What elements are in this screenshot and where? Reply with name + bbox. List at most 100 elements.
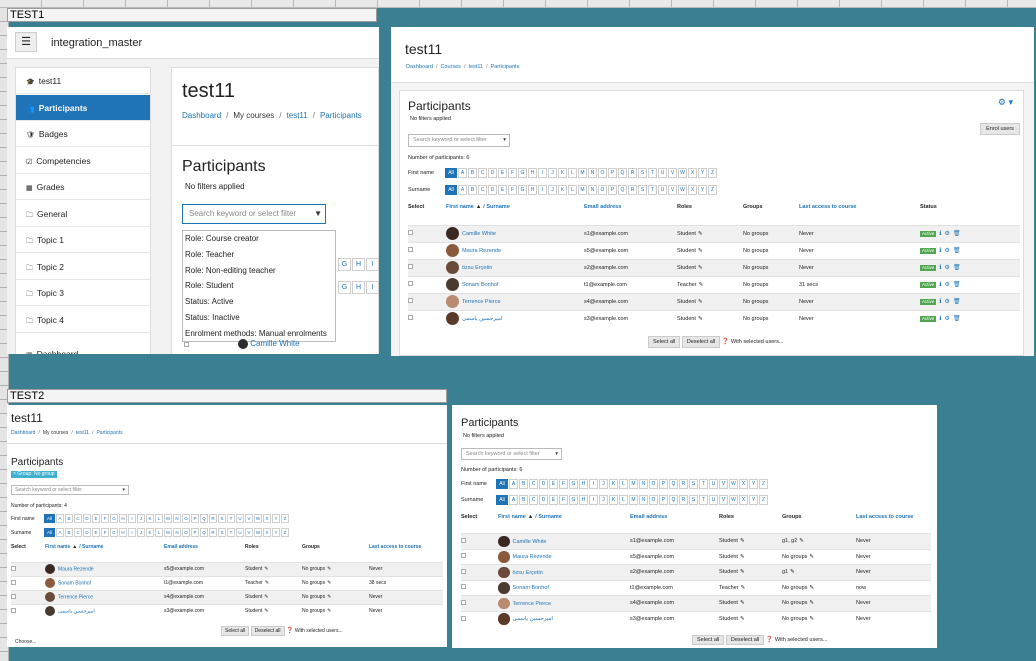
alphabet-letter[interactable]: T: [648, 168, 657, 178]
pencil-icon[interactable]: ✎: [327, 580, 331, 586]
alphabet-letter[interactable]: X: [739, 479, 748, 489]
pencil-icon[interactable]: ✎: [799, 538, 804, 544]
alphabet-letter[interactable]: W: [254, 514, 262, 523]
alphabet-letter[interactable]: K: [558, 185, 567, 195]
sort-firstname-link[interactable]: First name: [498, 514, 526, 520]
alphabet-letter[interactable]: K: [558, 168, 567, 178]
alphabet-letter[interactable]: H: [119, 514, 127, 523]
pencil-icon[interactable]: ✎: [809, 585, 814, 591]
alphabet-letter[interactable]: Y: [272, 514, 280, 523]
alphabet-letter[interactable]: Z: [708, 185, 717, 195]
breadcrumb-item-participants[interactable]: Participants: [96, 430, 122, 436]
alphabet-letter[interactable]: V: [245, 514, 253, 523]
alphabet-letter[interactable]: L: [619, 495, 628, 505]
alphabet-letter[interactable]: B: [468, 168, 477, 178]
alphabet-letter[interactable]: M: [164, 514, 172, 523]
trash-icon[interactable]: 🗑: [953, 316, 961, 322]
header-label[interactable]: Last access to course: [856, 514, 913, 520]
user-link[interactable]: Terrence Pierce: [462, 299, 501, 305]
trash-icon[interactable]: 🗑: [953, 265, 961, 271]
alphabet-letter[interactable]: L: [155, 514, 163, 523]
row-checkbox[interactable]: [461, 553, 466, 559]
breadcrumb-item-test11[interactable]: test11: [287, 111, 308, 120]
sort-surname-link[interactable]: / Surname: [79, 544, 103, 550]
alphabet-letter[interactable]: Y: [272, 528, 280, 537]
alphabet-letter[interactable]: M: [578, 185, 587, 195]
row-checkbox[interactable]: [408, 281, 413, 286]
alphabet-letter[interactable]: S: [689, 479, 698, 489]
nav-item-grades[interactable]: ▦ Grades: [16, 174, 150, 200]
alphabet-letter[interactable]: U: [709, 495, 718, 505]
alphabet-letter[interactable]: G: [110, 528, 118, 537]
alphabet-letter[interactable]: N: [639, 495, 648, 505]
alphabet-letter[interactable]: O: [598, 185, 607, 195]
alphabet-letter[interactable]: H: [352, 281, 365, 294]
user-link[interactable]: امیرحسین یاسمی: [513, 616, 553, 622]
alphabet-letter[interactable]: X: [263, 528, 271, 537]
alphabet-letter[interactable]: W: [254, 528, 262, 537]
alphabet-letter[interactable]: N: [173, 528, 181, 537]
alphabet-letter[interactable]: I: [128, 528, 136, 537]
alphabet-letter[interactable]: S: [638, 168, 647, 178]
row-checkbox[interactable]: [11, 593, 16, 599]
alphabet-letter[interactable]: E: [92, 514, 100, 523]
alphabet-letter[interactable]: E: [549, 479, 558, 489]
alphabet-letter[interactable]: V: [668, 168, 677, 178]
breadcrumb-item-test11[interactable]: test11: [76, 430, 89, 436]
alphabet-letter[interactable]: V: [245, 528, 253, 537]
nav-item-badges[interactable]: 🛡 Badges: [16, 121, 150, 147]
choose-select[interactable]: Choose...: [15, 639, 36, 645]
alphabet-letter[interactable]: D: [539, 495, 548, 505]
alphabet-letter[interactable]: N: [588, 185, 597, 195]
alphabet-letter[interactable]: D: [83, 528, 91, 537]
alphabet-letter[interactable]: T: [227, 514, 235, 523]
help-icon[interactable]: ❓: [766, 637, 773, 643]
alphabet-letter[interactable]: W: [678, 185, 687, 195]
row-checkbox[interactable]: [408, 298, 413, 303]
alphabet-letter[interactable]: M: [629, 479, 638, 489]
alphabet-letter[interactable]: Y: [749, 495, 758, 505]
search-filter-select[interactable]: Search keyword or select filter ▾: [11, 485, 129, 495]
help-icon[interactable]: ❓: [722, 339, 729, 345]
pencil-icon[interactable]: ✎: [699, 282, 704, 288]
alphabet-letter[interactable]: I: [538, 168, 547, 178]
pencil-icon[interactable]: ✎: [327, 566, 331, 572]
group-filter-badge[interactable]: × Group: No group: [11, 471, 57, 478]
alphabet-letter[interactable]: I: [128, 514, 136, 523]
alphabet-letter[interactable]: E: [549, 495, 558, 505]
select-all-button[interactable]: Select all: [648, 336, 681, 348]
nav-item-test11[interactable]: 🎓 test11: [16, 68, 150, 94]
breadcrumb-item-participants[interactable]: Participants: [491, 64, 520, 70]
alphabet-letter[interactable]: Z: [708, 168, 717, 178]
gear-icon[interactable]: ⚙: [945, 231, 950, 237]
alphabet-letter[interactable]: I: [538, 185, 547, 195]
deselect-all-button[interactable]: Deselect all: [725, 635, 765, 645]
gear-icon[interactable]: ⚙: [945, 265, 950, 271]
info-icon[interactable]: ℹ: [939, 248, 941, 254]
alphabet-letter[interactable]: C: [478, 185, 487, 195]
alphabet-letter[interactable]: O: [649, 495, 658, 505]
help-icon[interactable]: ❓: [286, 628, 293, 634]
alphabet-letter[interactable]: M: [164, 528, 172, 537]
alphabet-letter[interactable]: H: [528, 168, 537, 178]
alphabet-letter[interactable]: J: [548, 185, 557, 195]
alphabet-letter[interactable]: S: [689, 495, 698, 505]
row-checkbox[interactable]: [461, 599, 466, 605]
alphabet-letter[interactable]: M: [629, 495, 638, 505]
gear-icon[interactable]: ⚙: [945, 248, 950, 254]
user-link[interactable]: Maura Rezende: [462, 248, 501, 254]
gear-icon[interactable]: ⚙: [945, 316, 950, 322]
pencil-icon[interactable]: ✎: [327, 608, 331, 614]
alphabet-letter[interactable]: I: [366, 281, 379, 294]
deselect-all-button[interactable]: Deselect all: [250, 626, 285, 636]
alphabet-letter[interactable]: L: [155, 528, 163, 537]
pencil-icon[interactable]: ✎: [265, 580, 269, 586]
alphabet-letter[interactable]: C: [74, 514, 82, 523]
alphabet-letter[interactable]: V: [719, 495, 728, 505]
trash-icon[interactable]: 🗑: [953, 282, 961, 288]
sort-surname-link[interactable]: / Surname: [535, 514, 562, 520]
select-all-button[interactable]: Select all: [221, 626, 250, 636]
alphabet-letter[interactable]: P: [608, 185, 617, 195]
alphabet-letter[interactable]: F: [559, 495, 568, 505]
nav-item-participants[interactable]: 👥 Participants: [16, 94, 150, 121]
